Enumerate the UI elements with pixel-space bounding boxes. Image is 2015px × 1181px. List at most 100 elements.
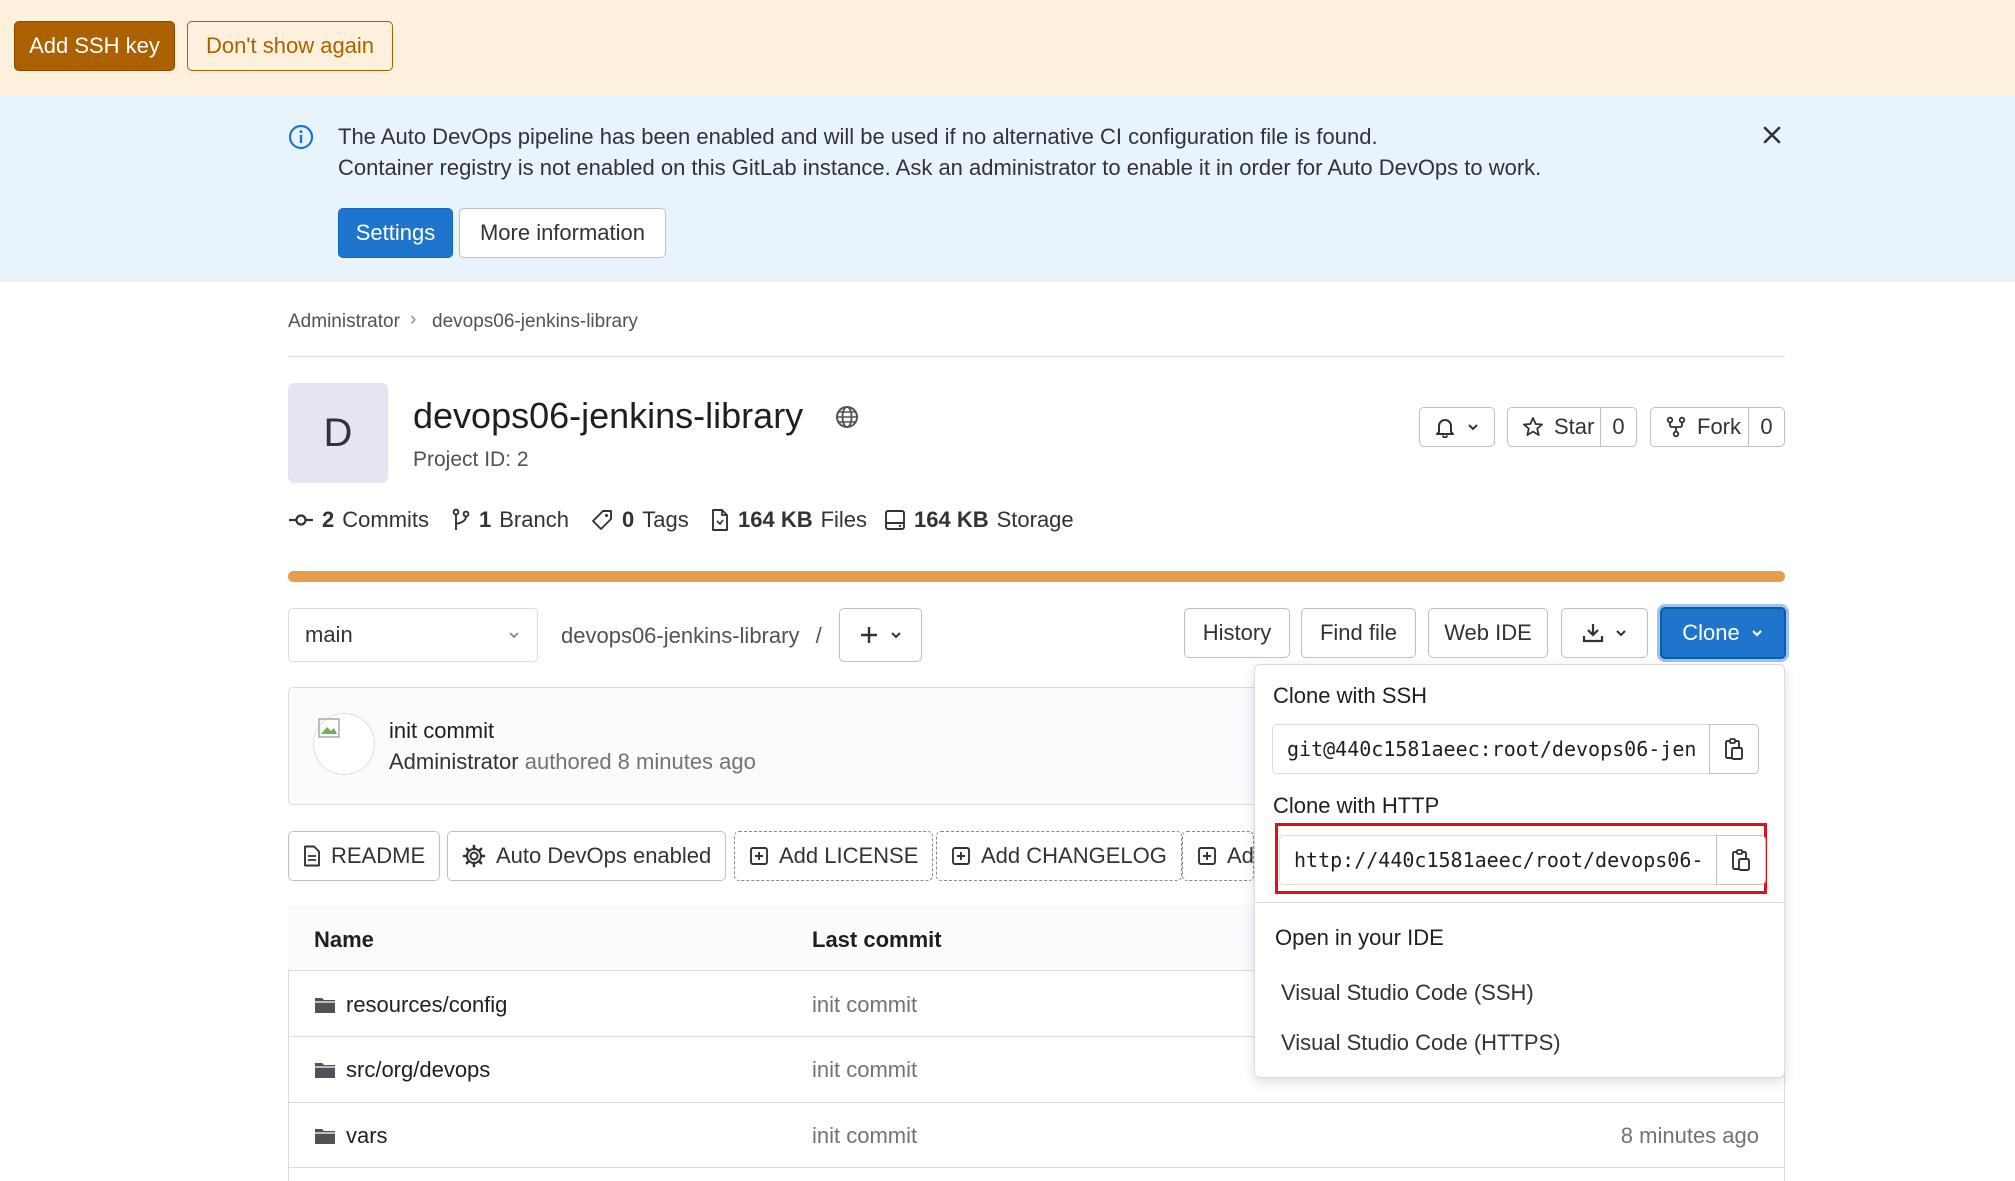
project-avatar: D [288,383,388,483]
breadcrumb-divider [288,356,1785,357]
clone-label: Clone [1682,620,1740,645]
readme-label: README [331,843,426,868]
tags-stat[interactable]: 0 Tags [590,507,689,533]
close-icon[interactable] [1762,125,1782,145]
table-row-date: 8 minutes ago [1620,1123,1759,1148]
commit-title[interactable]: init commit [389,718,494,744]
copy-ssh-url-button[interactable] [1709,724,1759,774]
folder-name: src/org/devops [346,1057,491,1082]
add-license-label: Add LICENSE [779,843,919,868]
commit-author[interactable]: Administrator [389,749,519,774]
find-file-button[interactable]: Find file [1301,608,1416,658]
commit-author-avatar[interactable] [313,713,375,775]
files-label: Files [820,507,868,532]
dropdown-divider [1254,902,1785,903]
file-icon [710,508,730,532]
row-divider [288,1102,1785,1103]
tag-icon [590,508,614,532]
star-button[interactable]: Star 0 [1507,407,1637,447]
star-icon [1522,416,1544,438]
globe-icon [835,405,859,429]
table-row-commit[interactable]: init commit [812,992,917,1018]
open-vscode-https[interactable]: Visual Studio Code (HTTPS) [1281,1030,1561,1056]
breadcrumb-administrator[interactable]: Administrator [288,311,400,333]
table-row-commit[interactable]: init commit [812,1123,917,1149]
branch-label: Branch [499,507,569,532]
add-changelog-button[interactable]: Add CHANGELOG [936,831,1182,881]
files-size: 164 KB [738,507,813,532]
files-stat[interactable]: 164 KB Files [710,507,867,533]
clone-ssh-url-input[interactable] [1272,724,1710,774]
alert-message-line-1: The Auto DevOps pipeline has been enable… [338,124,1378,149]
path-root[interactable]: devops06-jenkins-library [561,623,799,648]
add-license-button[interactable]: Add LICENSE [734,831,934,881]
row-divider [288,1167,1785,1168]
open-vscode-ssh[interactable]: Visual Studio Code (SSH) [1281,980,1534,1006]
table-row-commit[interactable]: init commit [812,1057,917,1083]
clone-http-url-input[interactable] [1279,835,1717,885]
add-to-tree-button[interactable] [839,608,922,662]
auto-devops-enabled-button[interactable]: Auto DevOps enabled [447,831,727,881]
folder-icon [314,1127,336,1145]
project-id: Project ID: 2 [413,448,529,471]
add-ssh-key-button[interactable]: Add SSH key [14,21,175,71]
disk-icon [884,509,906,531]
breadcrumb-separator: › [410,309,417,330]
copy-http-url-button[interactable] [1716,835,1766,885]
file-text-icon [303,845,321,867]
fork-label: Fork [1697,414,1741,439]
download-icon [1582,622,1604,644]
folder-icon [314,1061,336,1079]
branch-stat[interactable]: 1 Branch [451,507,569,533]
project-title: devops06-jenkins-library [413,395,804,436]
clone-http-label: Clone with HTTP [1273,793,1440,818]
commit-meta: Administrator authored 8 minutes ago [389,749,756,775]
folder-name: resources/config [346,992,508,1017]
tags-label: Tags [642,507,689,532]
readme-button[interactable]: README [288,831,441,881]
storage-size: 164 KB [914,507,989,532]
add-contributing-label: Ad [1227,843,1254,868]
plus-square-icon [951,846,971,866]
chevron-down-icon [1750,626,1764,640]
breadcrumb-project[interactable]: devops06-jenkins-library [432,311,638,333]
clone-ssh-label: Clone with SSH [1273,683,1428,708]
settings-button[interactable]: Settings [338,208,453,258]
table-row-name[interactable]: resources/config [314,992,507,1018]
history-button[interactable]: History [1184,608,1290,658]
path-separator: / [815,623,822,648]
copy-icon [1730,848,1752,872]
add-changelog-label: Add CHANGELOG [981,843,1167,868]
fork-button[interactable]: Fork 0 [1650,407,1785,447]
folder-name: vars [346,1123,388,1148]
web-ide-button[interactable]: Web IDE [1428,608,1548,658]
alert-message-line-2: Container registry is not enabled on thi… [338,155,1542,180]
notification-settings-button[interactable] [1419,407,1495,447]
commit-time: authored 8 minutes ago [524,749,756,774]
star-count[interactable]: 0 [1600,407,1636,447]
gear-icon [462,844,486,868]
plus-icon [859,625,879,645]
storage-stat[interactable]: 164 KB Storage [884,507,1074,533]
column-header-name: Name [314,927,374,952]
branch-icon [451,508,471,532]
repository-path: devops06-jenkins-library / [561,623,822,649]
clone-button[interactable]: Clone [1660,607,1786,659]
branch-dropdown[interactable]: main [288,608,538,662]
table-row-name[interactable]: vars [314,1123,388,1149]
plus-square-icon [749,846,769,866]
repository-language-bar [288,571,1785,582]
add-contributing-button[interactable]: Ad [1182,831,1254,881]
broken-image-icon [318,718,340,738]
storage-label: Storage [996,507,1074,532]
column-header-last-commit: Last commit [812,927,942,952]
more-information-button[interactable]: More information [459,208,666,258]
commits-stat[interactable]: 2 Commits [288,507,429,533]
tags-count: 0 [622,507,635,532]
dont-show-again-button[interactable]: Don't show again [187,21,393,71]
download-button[interactable] [1561,608,1648,658]
chevron-down-icon [1466,420,1480,434]
table-row-name[interactable]: src/org/devops [314,1057,490,1083]
fork-count[interactable]: 0 [1748,407,1784,447]
auto-devops-label: Auto DevOps enabled [496,843,712,868]
